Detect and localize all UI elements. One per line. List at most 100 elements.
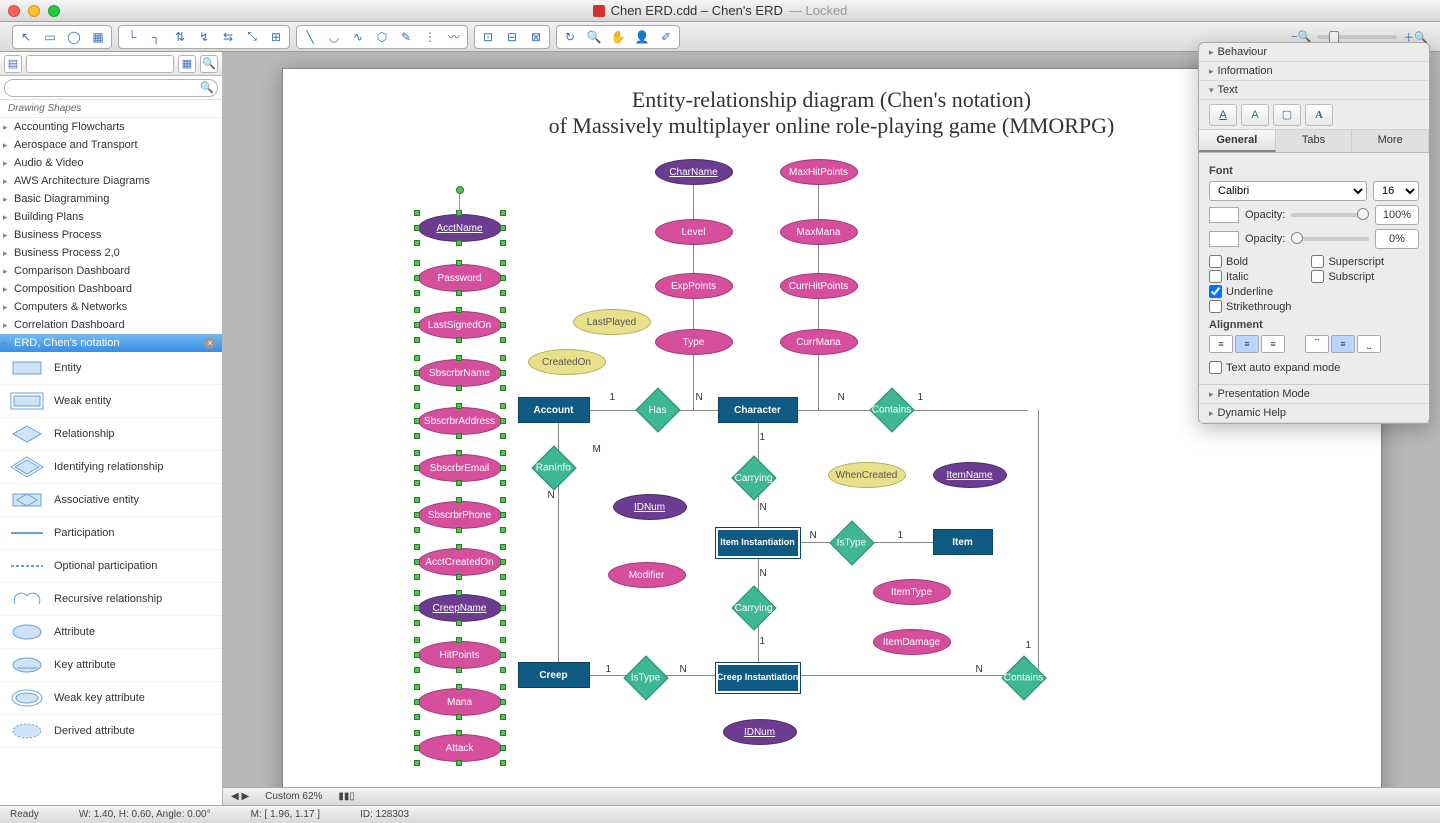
diagram-node[interactable]: CharName	[655, 159, 733, 185]
diagram-node[interactable]: IsType	[623, 655, 668, 700]
refresh-icon[interactable]: ↻	[559, 28, 581, 46]
bold-checkbox[interactable]: Bold	[1209, 255, 1291, 268]
diagram-node[interactable]: MaxHitPoints	[780, 159, 858, 185]
shape-row[interactable]: Optional participation	[0, 550, 222, 583]
diagram-node[interactable]: WhenCreated	[828, 462, 906, 488]
selection-handles[interactable]	[414, 210, 506, 246]
diagram-node[interactable]: Creep	[518, 662, 590, 688]
zoom-level-label[interactable]: Custom 62%	[265, 791, 322, 802]
diagram-node[interactable]: IDNum	[723, 719, 797, 745]
shape-row[interactable]: Recursive relationship	[0, 583, 222, 616]
library-group[interactable]: Aerospace and Transport	[0, 136, 222, 154]
diagram-node[interactable]: Level	[655, 219, 733, 245]
diagram-node[interactable]: Character	[718, 397, 798, 423]
diagram-node[interactable]: Type	[655, 329, 733, 355]
diagram-node[interactable]: MaxMana	[780, 219, 858, 245]
selection-handles[interactable]	[414, 403, 506, 439]
strikethrough-checkbox[interactable]: Strikethrough	[1209, 300, 1291, 313]
connector5-tool-icon[interactable]: ⇆	[217, 28, 239, 46]
connector3-tool-icon[interactable]: ⇅	[169, 28, 191, 46]
diagram-node[interactable]: Account	[518, 397, 590, 423]
diagram-node[interactable]: ItemType	[873, 579, 951, 605]
curve-tool-icon[interactable]: ∿	[347, 28, 369, 46]
diagram-node[interactable]: Item Instantiation	[715, 527, 801, 559]
diagram-node[interactable]: Carrying	[731, 455, 776, 500]
arc-tool-icon[interactable]: ◡	[323, 28, 345, 46]
italic-checkbox[interactable]: Italic	[1209, 270, 1291, 283]
selection-handles[interactable]	[414, 637, 506, 673]
close-icon[interactable]: ×	[204, 337, 216, 349]
grid-view-icon[interactable]: ▦	[178, 55, 196, 73]
selection-handles[interactable]	[414, 590, 506, 626]
rotation-handle[interactable]	[456, 186, 464, 194]
tab-tabs[interactable]: Tabs	[1276, 130, 1353, 152]
eyedropper-icon[interactable]: ✐	[655, 28, 677, 46]
library-group[interactable]: Correlation Dashboard	[0, 316, 222, 334]
text-opacity-slider[interactable]	[1291, 213, 1369, 217]
ungroup-tool-icon[interactable]: ⊟	[501, 28, 523, 46]
diagram-node[interactable]: CurrHitPoints	[780, 273, 858, 299]
valign-middle-button[interactable]: ≡	[1331, 335, 1355, 353]
shape-row[interactable]: Attribute	[0, 616, 222, 649]
valign-bottom-button[interactable]: ⎵	[1357, 335, 1381, 353]
superscript-checkbox[interactable]: Superscript	[1311, 255, 1384, 268]
panel-section-information[interactable]: ▸Information	[1199, 62, 1429, 81]
panel-section-dynamic-help[interactable]: ▸Dynamic Help	[1199, 404, 1429, 423]
panel-section-presentation[interactable]: ▸Presentation Mode	[1199, 385, 1429, 404]
selection-handles[interactable]	[414, 355, 506, 391]
connector-tool-icon[interactable]: └	[121, 28, 143, 46]
bg-opacity-slider[interactable]	[1291, 237, 1369, 241]
pointer-tool-icon[interactable]: ↖	[15, 28, 37, 46]
shape-row[interactable]: Relationship	[0, 418, 222, 451]
selection-handles[interactable]	[414, 684, 506, 720]
library-group[interactable]: Business Process	[0, 226, 222, 244]
connector6-tool-icon[interactable]: ⤡	[241, 28, 263, 46]
library-group[interactable]: Business Process 2,0	[0, 244, 222, 262]
shape-row[interactable]: Entity	[0, 352, 222, 385]
library-name-input[interactable]	[26, 55, 174, 73]
line-tool-icon[interactable]: ╲	[299, 28, 321, 46]
box-icon[interactable]: ▢	[1273, 104, 1301, 126]
library-group-active[interactable]: ERD, Chen's notation ×	[0, 334, 222, 352]
diagram-node[interactable]: Item	[933, 529, 993, 555]
text-effect-icon[interactable]: A	[1241, 104, 1269, 126]
selection-handles[interactable]	[414, 544, 506, 580]
search-input[interactable]	[4, 79, 218, 97]
shape-row[interactable]: Weak key attribute	[0, 682, 222, 715]
selection-handles[interactable]	[414, 497, 506, 533]
selection-handles[interactable]	[414, 730, 506, 766]
pages-icon[interactable]: ▮▮▯	[338, 791, 355, 802]
diagram-node[interactable]: Carrying	[731, 585, 776, 630]
auto-expand-checkbox[interactable]: Text auto expand mode	[1209, 361, 1419, 374]
selection-handles[interactable]	[414, 260, 506, 296]
zoom-tool-icon[interactable]: 🔍	[583, 28, 605, 46]
brush-tool-icon[interactable]: 〰	[443, 28, 465, 46]
library-group[interactable]: Basic Diagramming	[0, 190, 222, 208]
shape-row[interactable]: Identifying relationship	[0, 451, 222, 484]
shape-row[interactable]: Associative entity	[0, 484, 222, 517]
panel-section-behaviour[interactable]: ▸Behaviour	[1199, 43, 1429, 62]
font-select[interactable]: Calibri	[1209, 181, 1367, 201]
shape-row[interactable]: Derived attribute	[0, 715, 222, 748]
tab-general[interactable]: General	[1199, 130, 1276, 152]
search-toggle-icon[interactable]: 🔍	[200, 55, 218, 73]
align-left-button[interactable]: ≡	[1209, 335, 1233, 353]
diagram-node[interactable]: CreatedOn	[528, 349, 606, 375]
connector4-tool-icon[interactable]: ↯	[193, 28, 215, 46]
diagram-node[interactable]: ItemName	[933, 462, 1007, 488]
diagram-node[interactable]: RanInfo	[531, 445, 576, 490]
connector7-tool-icon[interactable]: ⊞	[265, 28, 287, 46]
align-right-button[interactable]: ≡	[1261, 335, 1285, 353]
underline-checkbox[interactable]: Underline	[1209, 285, 1291, 298]
ellipse-tool-icon[interactable]: ◯	[63, 28, 85, 46]
bg-color-swatch[interactable]	[1209, 231, 1239, 247]
poly-tool-icon[interactable]: ⬡	[371, 28, 393, 46]
selection-handles[interactable]	[414, 307, 506, 343]
library-group[interactable]: Computers & Networks	[0, 298, 222, 316]
table-tool-icon[interactable]: ▦	[87, 28, 109, 46]
text-opacity-value[interactable]: 100%	[1375, 205, 1419, 225]
page-nav-icon[interactable]: ◀ ▶	[231, 791, 249, 802]
subscript-checkbox[interactable]: Subscript	[1311, 270, 1384, 283]
pen-tool-icon[interactable]: ✎	[395, 28, 417, 46]
hand-tool-icon[interactable]: ✋	[607, 28, 629, 46]
